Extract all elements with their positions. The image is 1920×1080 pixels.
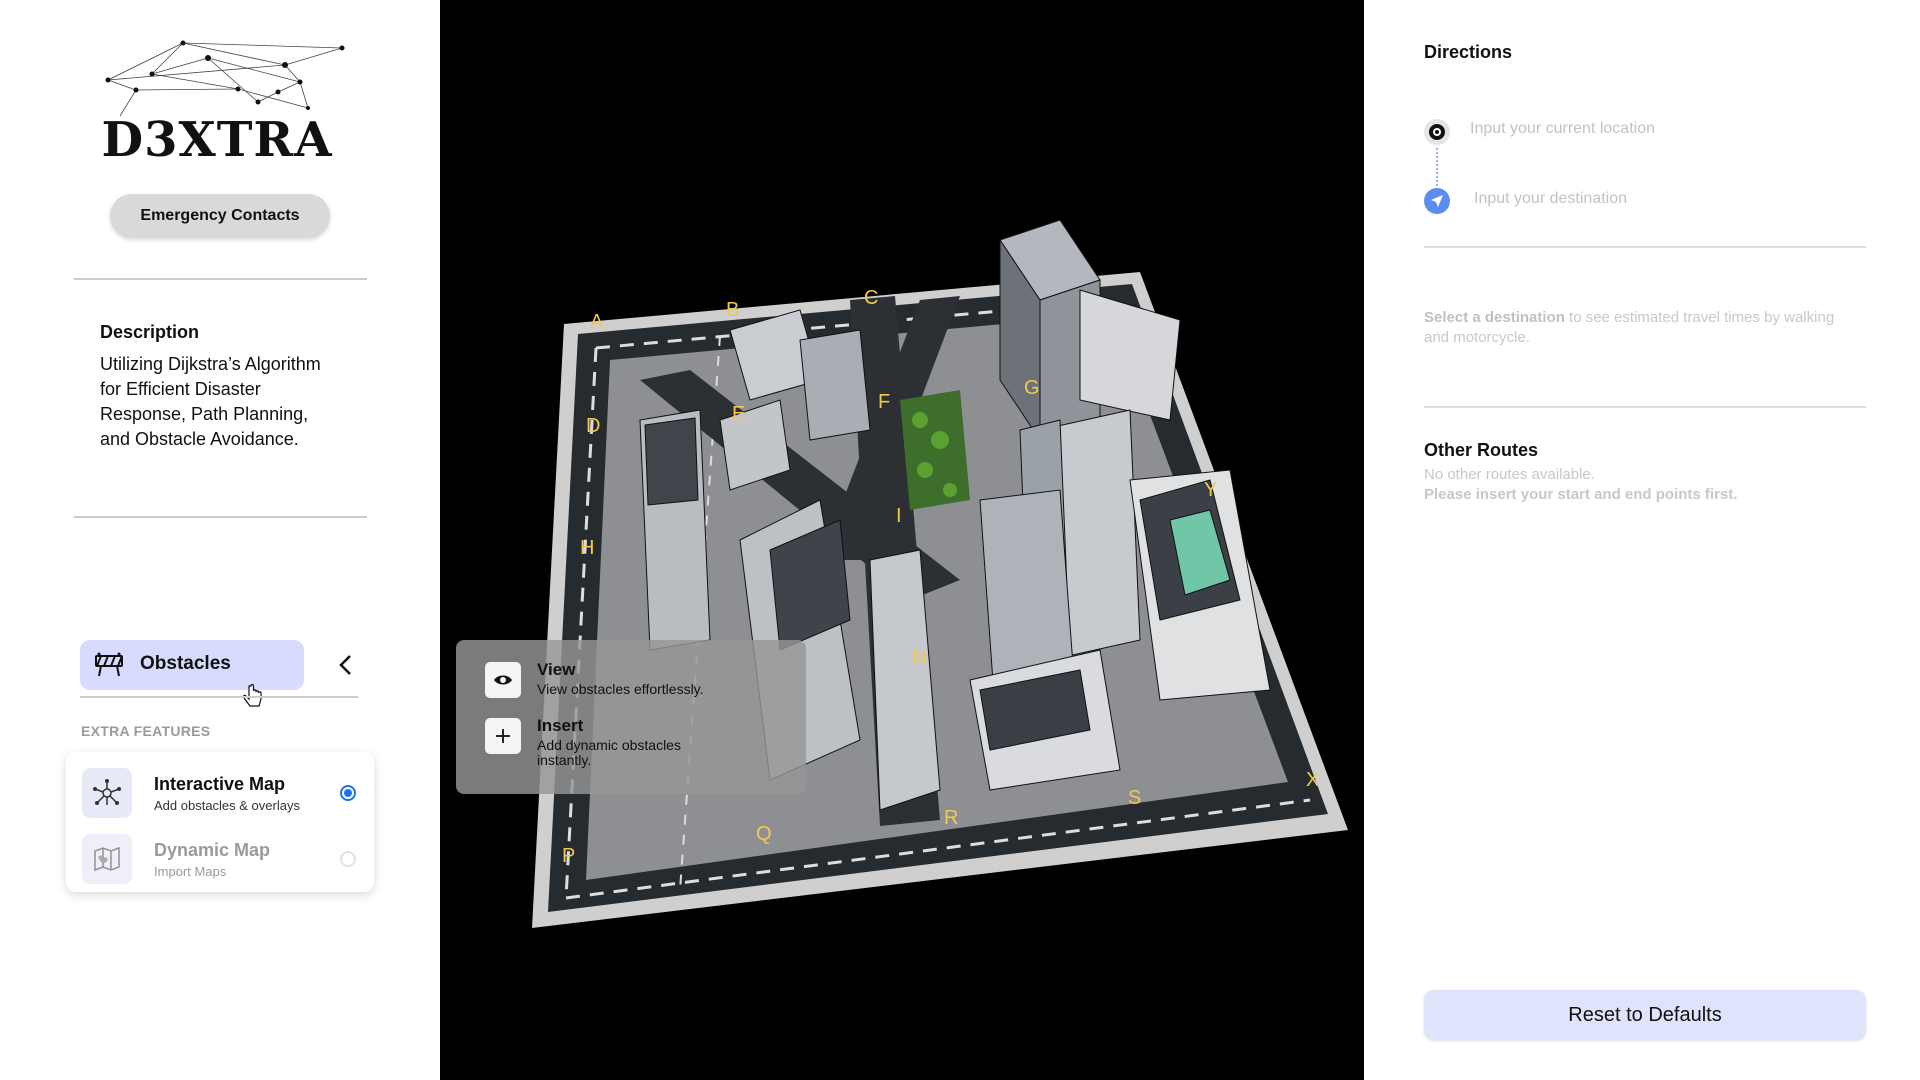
map-node-label: Q — [756, 823, 772, 845]
hand-cursor-icon — [242, 684, 262, 707]
extra-features-card: Interactive Map Add obstacles & overlays… — [66, 752, 374, 892]
origin-input[interactable] — [1470, 120, 1850, 138]
map-node-label: X — [1306, 769, 1319, 791]
reset-to-defaults-button[interactable]: Reset to Defaults — [1424, 990, 1866, 1040]
roadblock-icon — [95, 652, 123, 677]
other-routes-instruction: Please insert your start and end points … — [1424, 486, 1738, 503]
popup-item-view[interactable]: View View obstacles effortlessly. — [485, 658, 785, 708]
chevron-left-icon[interactable] — [336, 652, 356, 678]
city-map-render[interactable]: A B C D E F G H I N P Q R S X Y — [440, 0, 1364, 1080]
route-connector-line — [1436, 148, 1438, 186]
popup-item-subtitle: View obstacles effortlessly. — [537, 681, 704, 697]
brand-logo-text: D3XTRA — [101, 112, 333, 168]
emergency-contacts-button[interactable]: Emergency Contacts — [110, 194, 330, 238]
divider — [74, 278, 367, 280]
map-node-label: I — [896, 505, 902, 527]
obstacles-popup-menu: View View obstacles effortlessly. Insert… — [456, 640, 806, 794]
directions-title: Directions — [1424, 42, 1513, 62]
feature-subtitle: Import Maps — [154, 864, 227, 879]
eye-icon — [485, 662, 521, 698]
obstacles-label: Obstacles — [140, 653, 231, 674]
destination-input[interactable] — [1474, 190, 1854, 208]
map-node-label: A — [590, 311, 604, 333]
map-node-label: R — [944, 807, 958, 829]
feature-title: Interactive Map — [154, 774, 286, 794]
directions-panel: Directions Select a destination to see e… — [1364, 0, 1920, 1080]
map-node-label: D — [586, 415, 600, 437]
other-routes-empty: No other routes available. — [1424, 466, 1595, 483]
hint-bold: Select a destination — [1424, 309, 1565, 326]
map-node-label: E — [732, 403, 745, 425]
map-icon — [82, 834, 132, 884]
map-node-label: H — [580, 537, 594, 559]
divider — [1424, 406, 1866, 408]
radio-selected[interactable] — [340, 785, 356, 801]
map-node-label: G — [1024, 377, 1040, 399]
navigation-arrow-icon — [1424, 188, 1450, 214]
network-icon — [82, 768, 132, 818]
left-sidebar: D3XTRA Emergency Contacts Description Ut… — [0, 0, 440, 1080]
map-node-label: B — [726, 299, 739, 321]
popup-item-subtitle: Add dynamic obstacles instantly. — [537, 737, 681, 768]
current-location-icon — [1424, 119, 1450, 145]
description-title: Description — [100, 322, 200, 342]
popup-item-title: View — [537, 660, 576, 679]
divider — [74, 516, 367, 518]
map-node-label: N — [912, 647, 926, 669]
map-node-label: Y — [1204, 479, 1217, 501]
map-node-label: S — [1128, 787, 1141, 809]
popup-item-insert[interactable]: Insert Add dynamic obstacles instantly. — [485, 714, 785, 768]
map-node-label: F — [878, 391, 890, 413]
feature-dynamic-map[interactable]: Dynamic Map Import Maps — [66, 826, 374, 888]
divider — [80, 696, 358, 698]
travel-time-hint: Select a destination to see estimated tr… — [1424, 308, 1844, 348]
feature-interactive-map[interactable]: Interactive Map Add obstacles & overlays — [66, 760, 374, 822]
feature-subtitle: Add obstacles & overlays — [154, 798, 300, 813]
divider — [1424, 246, 1866, 248]
description-body: Utilizing Dijkstra’s Algorithm for Effic… — [100, 354, 321, 449]
other-routes-title: Other Routes — [1424, 440, 1539, 460]
extra-features-label: EXTRA FEATURES — [81, 723, 211, 739]
plus-icon — [485, 718, 521, 754]
popup-item-title: Insert — [537, 716, 584, 735]
map-node-label: C — [864, 287, 878, 309]
city-map-3d-view[interactable]: A B C D E F G H I N P Q R S X Y — [440, 0, 1364, 1080]
map-node-label: P — [562, 845, 575, 867]
obstacles-button[interactable]: Obstacles — [80, 640, 304, 690]
radio-unselected[interactable] — [340, 851, 356, 867]
feature-title: Dynamic Map — [154, 840, 271, 860]
